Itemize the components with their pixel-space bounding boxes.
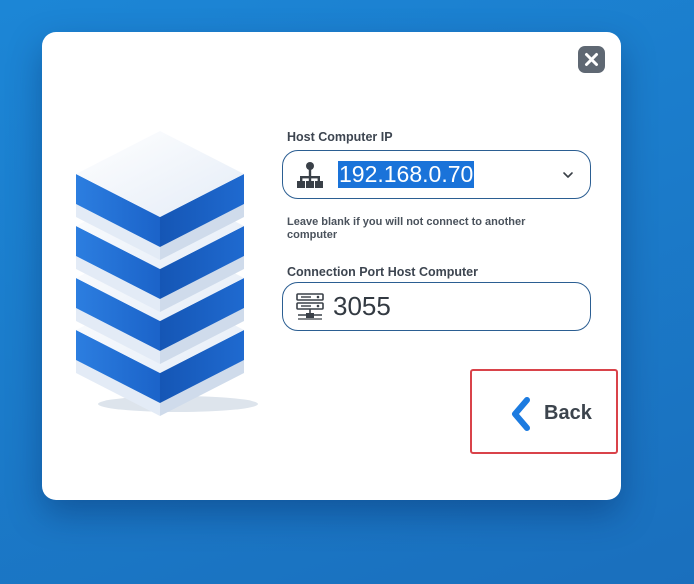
- server-icon: [296, 293, 324, 320]
- port-value: 3055: [333, 291, 391, 321]
- back-button-label: Back: [544, 402, 592, 424]
- network-icon: [297, 162, 323, 188]
- server-stack-illustration: [76, 131, 258, 416]
- host-ip-value: 192.168.0.70: [338, 161, 475, 188]
- connection-dialog: Host Computer IP 192.168.0.70 Leave blan…: [42, 32, 621, 500]
- host-ip-label: Host Computer IP: [287, 130, 393, 144]
- host-ip-hint: Leave blank if you will not connect to a…: [287, 216, 526, 241]
- close-button[interactable]: [578, 46, 605, 73]
- host-ip-input[interactable]: 192.168.0.70: [282, 150, 591, 199]
- chevron-down-icon[interactable]: [561, 168, 575, 182]
- chevron-left-icon: [512, 397, 530, 431]
- port-input[interactable]: 3055: [282, 282, 591, 331]
- port-label: Connection Port Host Computer: [287, 265, 478, 279]
- close-icon: [585, 53, 598, 66]
- back-button[interactable]: Back: [470, 369, 618, 454]
